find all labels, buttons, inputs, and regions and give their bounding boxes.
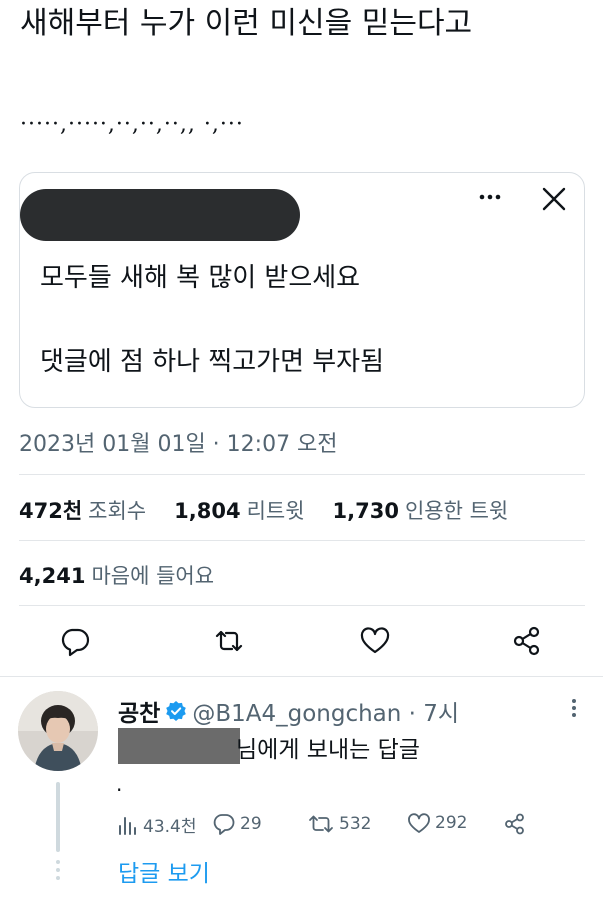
share-icon[interactable] [510,624,544,658]
close-icon[interactable] [536,181,572,217]
reply-views[interactable]: 43.4천 [117,812,197,837]
show-replies-link[interactable]: 답글 보기 [118,854,210,888]
reply-author-handle[interactable]: @B1A4_gongchan · 7시 [192,694,459,728]
like-icon[interactable] [358,624,392,658]
quotes-label[interactable]: 인용한 트윗 [405,495,508,525]
reply-retweets[interactable]: 532 [307,812,371,836]
likes-row[interactable]: 4,241 마음에 들어요 [19,560,242,590]
redacted-author-bar [20,189,300,241]
reply-replies-count: 29 [240,814,262,834]
quotes-count: 1,730 [332,499,399,523]
thread-line [56,782,60,852]
thread-dots [56,860,60,880]
share-icon [505,813,524,835]
divider [19,540,585,541]
tweet-text: 새해부터 누가 이런 미신을 믿는다고 [20,6,473,41]
reply-author-name[interactable]: 공찬 [118,694,160,728]
views-label[interactable]: 조회수 [88,495,146,525]
views-count: 472천 [19,499,83,523]
redacted-reply-target [118,728,240,764]
likes-count: 4,241 [19,564,86,588]
divider [19,605,585,606]
retweet-icon [309,815,333,833]
reply-share[interactable] [503,812,531,836]
retweet-icon[interactable] [212,624,246,658]
reply-header: 공찬 @B1A4_gongchan · 7시 [118,694,459,728]
more-options-icon[interactable] [564,696,584,720]
avatar[interactable] [18,691,98,771]
tweet-action-bar [0,612,603,672]
tweet-dots-text: ·····,·····,··,··,··,, ·,··· [20,112,244,137]
reply-views-count: 43.4천 [143,817,197,837]
tweet-timestamp[interactable]: 2023년 01월 01일 · 12:07 오전 [19,426,338,458]
reply-replies[interactable]: 29 [212,812,262,836]
divider [0,676,603,677]
tweet-stats-row: 472천 조회수 1,804 리트윗 1,730 인용한 트윗 [19,495,536,525]
like-icon [408,813,430,833]
quoted-tweet-card[interactable]: 모두들 새해 복 많이 받으세요 댓글에 점 하나 찍고가면 부자됨 [19,172,585,408]
reply-retweets-count: 532 [339,814,372,834]
retweets-count: 1,804 [174,499,241,523]
quoted-tweet-line-2: 댓글에 점 하나 찍고가면 부자됨 [40,347,385,377]
likes-label: 마음에 들어요 [91,564,215,588]
reply-likes[interactable]: 292 [407,812,467,834]
reply-body-text: . [116,772,123,796]
analytics-icon [119,816,136,835]
more-options-icon[interactable] [472,179,508,215]
verified-badge-icon [165,700,187,722]
reply-icon[interactable] [58,624,92,658]
reply-icon [213,814,235,835]
quoted-tweet-line-1: 모두들 새해 복 많이 받으세요 [40,263,361,293]
retweets-label[interactable]: 리트윗 [247,495,305,525]
reply-action-bar: 43.4천 29 532 292 [117,812,587,842]
reply-to-text: 님에게 보내는 답글 [236,737,420,763]
reply-likes-count: 292 [435,813,468,833]
divider [19,474,585,475]
